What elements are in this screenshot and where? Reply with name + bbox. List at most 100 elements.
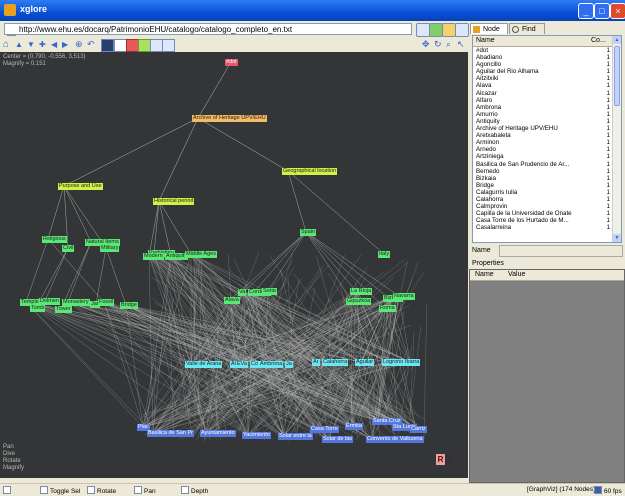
close-button[interactable]: × [610, 3, 625, 19]
up-icon[interactable]: ▲ [15, 39, 26, 50]
graph-node[interactable]: Convento de Valbuena [366, 436, 424, 443]
settings-icon[interactable] [162, 39, 175, 52]
table-row[interactable]: Amurrio 1 [473, 111, 613, 118]
table-scrollbar[interactable]: ▲ ▼ [612, 36, 621, 242]
prop-column-value[interactable]: Value [508, 271, 525, 278]
table-row[interactable]: Aretxabaleta 1 [473, 132, 613, 139]
zoom-icon[interactable]: ⌕ [446, 39, 457, 50]
table-row[interactable]: Casalarreina 1 [473, 224, 613, 231]
table-row[interactable]: Capilla de la Universidad de Onate 1 [473, 210, 613, 217]
graph-node[interactable]: Modern [143, 253, 164, 260]
graph-node[interactable]: Archive of Heritage UPV/EHU [192, 115, 267, 122]
open-folder-icon[interactable] [442, 23, 456, 37]
table-row[interactable]: Aitzitxiki 1 [473, 75, 613, 82]
graph-node[interactable]: Ja [285, 361, 293, 368]
graph-canvas[interactable]: Center = (0,790, -0,556, 3,513) Magnify … [0, 52, 468, 478]
rotate-icon[interactable]: ↻ [434, 39, 445, 50]
graph-node[interactable]: Carriz [410, 426, 427, 433]
name-field[interactable] [499, 245, 623, 257]
graph-node[interactable]: Basilica de San Pr [147, 430, 194, 437]
graph-node[interactable]: Gipuzkoa [346, 298, 372, 305]
graph-node[interactable]: Solar de las [322, 436, 354, 443]
table-row[interactable]: Aguilar del Rio Alhama 1 [473, 68, 613, 75]
graph-node[interactable]: Solar entre la [278, 433, 313, 440]
graph-node[interactable]: Tomb [30, 305, 46, 312]
graph-node[interactable]: Spain [300, 229, 317, 236]
graph-node[interactable]: Ibarra [404, 359, 421, 366]
graph-node[interactable]: Geographical location [282, 168, 338, 175]
graph-node[interactable]: Historical period [153, 198, 195, 205]
graph-node[interactable]: Middle Ages [185, 251, 217, 258]
toggle-sel-checkbox[interactable]: Toggle Sel [40, 486, 80, 495]
graph-node[interactable]: Yacimiento [242, 432, 271, 439]
go-icon[interactable] [429, 23, 443, 37]
table-row[interactable]: Alcazar 1 [473, 90, 613, 97]
table-row[interactable]: Alava 1 [473, 82, 613, 89]
table-row[interactable]: Antiquity 1 [473, 118, 613, 125]
table-row[interactable]: Artziniega 1 [473, 153, 613, 160]
graph-node[interactable]: EVa [236, 361, 248, 368]
table-row[interactable]: Calahorra 1 [473, 196, 613, 203]
minimize-button[interactable]: _ [578, 3, 594, 19]
graph-node[interactable]: Fossil [98, 299, 115, 306]
table-row[interactable]: Calmprovin 1 [473, 203, 613, 210]
table-row[interactable]: Archive of Heritage UPV/EHU 1 [473, 125, 613, 132]
graph-node[interactable]: La Rioja [350, 288, 373, 295]
dropdown-icon[interactable] [416, 23, 430, 37]
rotate-checkbox[interactable]: Rotate [87, 486, 116, 495]
graph-node[interactable]: Soria [262, 288, 277, 295]
graph-node[interactable]: Religious [42, 236, 67, 243]
url-input[interactable] [4, 23, 412, 35]
graph-node[interactable]: Ambrona [259, 361, 284, 368]
table-row[interactable]: Arnedo 1 [473, 146, 613, 153]
column-name[interactable]: Name [476, 37, 495, 44]
pan-checkbox[interactable]: Pan [134, 486, 156, 495]
table-row[interactable]: Calagurris Iulia 1 [473, 189, 613, 196]
forward-icon[interactable]: ✚ [39, 39, 50, 50]
maximize-button[interactable]: □ [594, 3, 610, 19]
reset-icon[interactable]: ⊕ [75, 39, 86, 50]
column-count[interactable]: Co... [591, 37, 606, 44]
left-icon[interactable]: ◀ [51, 39, 62, 50]
table-row[interactable]: Basilica de San Prudencio de Ar... 1 [473, 161, 613, 168]
right-icon[interactable]: ▶ [62, 39, 73, 50]
view-mode-icon[interactable] [101, 39, 114, 52]
move-icon[interactable]: ✥ [422, 39, 433, 50]
graph-node[interactable]: Logrono [382, 359, 405, 366]
table-row[interactable]: Casa Torre de los Hurtado de M... 1 [473, 217, 613, 224]
graph-node[interactable]: Dolmen [39, 298, 60, 305]
table-row[interactable]: Alfaro 1 [473, 97, 613, 104]
table-row[interactable]: Bizkaia 1 [473, 175, 613, 182]
scroll-thumb[interactable] [614, 46, 620, 106]
graph-node[interactable]: Civil [62, 245, 75, 252]
prop-column-name[interactable]: Name [475, 271, 494, 278]
table-row[interactable]: #dot 1 [473, 47, 613, 54]
home-icon[interactable]: ⌂ [3, 39, 14, 50]
graph-node[interactable]: Co [250, 361, 260, 368]
graph-node[interactable]: Navarra [393, 293, 415, 300]
graph-node[interactable]: Calahorra [322, 359, 349, 366]
graph-node[interactable]: Va [238, 289, 247, 296]
table-row[interactable]: Agoncillo 1 [473, 61, 613, 68]
graph-node[interactable]: Roma [379, 305, 396, 312]
tab-node[interactable]: Node [470, 23, 508, 34]
graph-node[interactable]: Ayuntamiento [200, 430, 236, 437]
table-row[interactable]: Abadiano 1 [473, 54, 613, 61]
graph-node[interactable]: Tower [55, 306, 72, 313]
graph-node[interactable]: Monastery [62, 299, 90, 306]
table-row[interactable]: Bernedo 1 [473, 168, 613, 175]
graph-node[interactable]: Bridge [120, 302, 138, 309]
graph-node[interactable]: #dot [225, 59, 238, 66]
graph-node[interactable]: Alava [224, 297, 240, 304]
down-icon[interactable]: ▼ [27, 39, 38, 50]
undo-icon[interactable]: ↶ [87, 39, 98, 50]
graph-node[interactable]: Military [100, 245, 120, 252]
graph-node[interactable]: Ar [312, 359, 320, 366]
graph-node[interactable]: Purpose and Use [58, 183, 103, 190]
scroll-down-icon[interactable]: ▼ [613, 234, 621, 242]
pointer-icon[interactable]: ↖ [457, 39, 468, 50]
graph-node[interactable]: Valle de Arana [185, 361, 223, 368]
graph-node[interactable]: Aguilar [355, 359, 375, 366]
graph-node[interactable]: Casa Torre [310, 426, 339, 433]
scroll-up-icon[interactable]: ▲ [613, 36, 621, 44]
